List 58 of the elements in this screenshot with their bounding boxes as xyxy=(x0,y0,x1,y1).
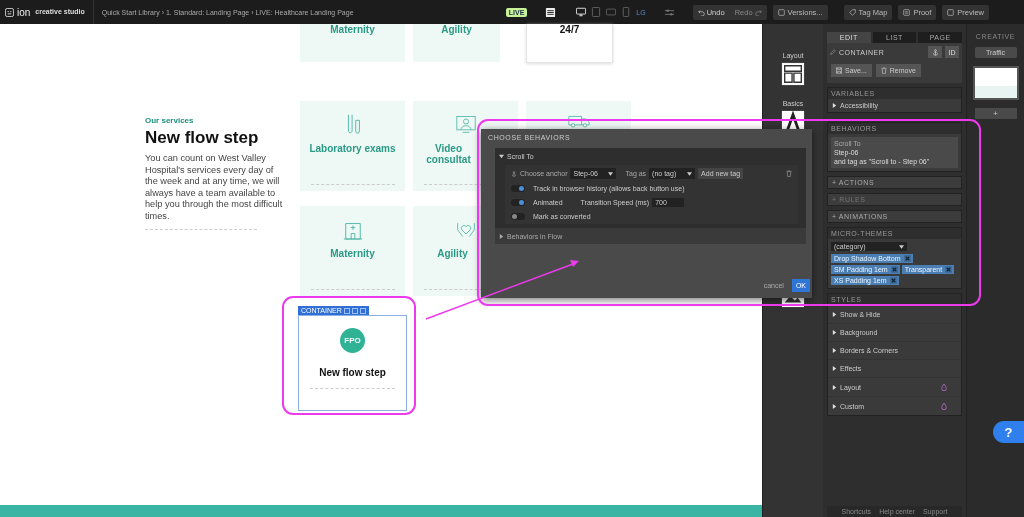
undo-icon xyxy=(697,8,705,16)
logo-icon xyxy=(5,7,14,17)
anchor-icon xyxy=(931,48,939,56)
card-title: Maternity xyxy=(330,248,375,259)
document-icon xyxy=(903,8,911,16)
expand-icon xyxy=(832,366,837,371)
remove-tag-icon[interactable] xyxy=(890,266,898,273)
caret-icon xyxy=(899,244,904,249)
trash-icon xyxy=(880,67,887,74)
container-card[interactable]: FPO New flow step xyxy=(298,315,407,411)
remove-tag-icon[interactable] xyxy=(889,277,897,284)
card-title: Video consultat xyxy=(425,143,472,165)
trash-icon[interactable] xyxy=(786,170,792,177)
add-button[interactable]: + xyxy=(974,108,1017,119)
layout-icon[interactable] xyxy=(545,6,557,18)
landscape-tablet-icon[interactable] xyxy=(606,7,617,17)
expand-icon xyxy=(832,348,837,353)
doctor-screen-icon xyxy=(455,113,476,135)
card-title: Maternity xyxy=(330,24,375,35)
section-title: New flow step xyxy=(145,128,260,148)
section-eyebrow: Our services xyxy=(145,116,195,125)
window-icon xyxy=(947,8,955,16)
toggle-switch[interactable] xyxy=(511,199,525,206)
page-thumbnail[interactable] xyxy=(972,66,1019,100)
card-title: Laboratory exams xyxy=(309,143,396,154)
caret-icon xyxy=(687,171,693,176)
ambulance-icon xyxy=(567,115,590,128)
versions-icon xyxy=(777,8,785,16)
toggle-switch[interactable] xyxy=(511,185,525,192)
logo-text: ion xyxy=(17,6,31,18)
tag-icon xyxy=(848,8,856,16)
desktop-icon[interactable] xyxy=(576,7,587,17)
tablet-icon[interactable] xyxy=(591,7,602,17)
expand-icon xyxy=(832,312,837,317)
phone-icon[interactable] xyxy=(621,7,632,17)
remove-tag-icon[interactable] xyxy=(945,266,953,273)
expand-icon xyxy=(832,403,837,409)
expand-icon xyxy=(832,103,837,108)
anchor-icon xyxy=(511,170,517,177)
remove-tag-icon[interactable] xyxy=(903,255,911,262)
expand-icon xyxy=(832,330,837,335)
caret-icon xyxy=(608,171,614,176)
save-icon xyxy=(836,67,842,74)
expand-icon xyxy=(499,154,504,159)
toggle-switch[interactable] xyxy=(511,213,525,220)
expand-icon xyxy=(499,234,504,239)
help-button[interactable]: ? xyxy=(993,421,1024,443)
redo-icon xyxy=(754,8,762,16)
card-title: Agility xyxy=(441,24,472,35)
card-title: Agility xyxy=(437,248,468,259)
fpo-badge: FPO xyxy=(340,328,365,353)
expand-icon xyxy=(832,384,837,390)
anchor-button[interactable] xyxy=(928,46,942,58)
card-title: 24/7 xyxy=(559,24,580,35)
layout-widget-icon[interactable] xyxy=(781,62,805,86)
pencil-icon xyxy=(830,49,836,55)
section-text: You can count on West Valley Hospital's services every day of the week and at any time, we will always have a team available to help you through the most difficult times. xyxy=(145,153,284,223)
card-title: New flow step xyxy=(319,367,386,378)
